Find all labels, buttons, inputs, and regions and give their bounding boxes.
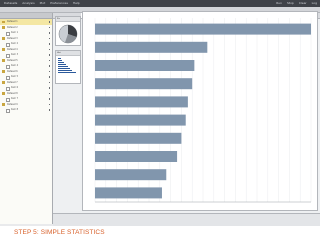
bar[interactable]: [95, 114, 186, 126]
folder-icon: [2, 20, 5, 23]
menu-bar: Datasets Analysis Plot Preferences Help …: [0, 0, 320, 7]
item-status-icon: [48, 59, 50, 61]
bar[interactable]: [95, 96, 188, 108]
item-status-icon: [48, 103, 50, 105]
menu-datasets[interactable]: Datasets: [4, 0, 17, 7]
menu-preferences[interactable]: Preferences: [50, 0, 68, 7]
bar-chart-panel: [82, 11, 318, 211]
status-bar: [53, 213, 320, 226]
bar[interactable]: [95, 41, 208, 53]
item-status-icon: [48, 26, 50, 28]
hist-bar: [58, 70, 72, 71]
step-caption: STEP 5: SIMPLE STATISTICS: [14, 229, 105, 236]
menu-right-group: Run Stop Clear Log: [272, 0, 317, 7]
pie-chart-panel: Pie: [55, 16, 81, 46]
app-window: Datasets Analysis Plot Preferences Help …: [0, 0, 320, 226]
clear-button[interactable]: Clear: [299, 1, 307, 5]
bar[interactable]: [95, 132, 182, 144]
menu-plot[interactable]: Plot: [40, 0, 46, 7]
histogram: [58, 58, 76, 73]
item-status-icon: [48, 32, 50, 34]
sidebar-item-label: item 8: [11, 108, 19, 111]
folder-icon: [2, 103, 5, 106]
menu-analysis[interactable]: Analysis: [22, 0, 34, 7]
hist-bar: [58, 58, 61, 59]
folder-icon: [2, 26, 5, 29]
hist-bar: [58, 60, 62, 61]
stop-button[interactable]: Stop: [287, 1, 294, 5]
hist-bar: [58, 68, 70, 69]
bar-chart: [94, 18, 312, 203]
item-status-icon: [48, 98, 50, 100]
folder-icon: [2, 37, 5, 40]
item-status-icon: [48, 37, 50, 39]
log-button[interactable]: Log: [312, 1, 317, 5]
item-status-icon: [48, 21, 50, 23]
sidebar-tree: Dataset 1 Dataset 2 item 1 Dataset 3 item 2D…: [0, 13, 53, 224]
folder-icon: [2, 70, 5, 73]
menu-help[interactable]: Help: [73, 0, 80, 7]
hist-bar: [58, 72, 76, 73]
run-button[interactable]: Run: [276, 1, 282, 5]
bar[interactable]: [95, 187, 162, 199]
item-status-icon: [48, 81, 50, 83]
histogram-panel: Hist: [55, 50, 81, 84]
item-status-icon: [48, 109, 50, 111]
item-status-icon: [48, 92, 50, 94]
folder-icon: [2, 59, 5, 62]
bar[interactable]: [95, 23, 311, 35]
hist-bar: [58, 66, 68, 67]
folder-icon: [2, 81, 5, 84]
folder-icon: [2, 48, 5, 51]
tree-list: Dataset 1 Dataset 2 item 1 Dataset 3 item 2D…: [0, 19, 52, 113]
hist-bar: [58, 64, 66, 65]
item-status-icon: [48, 65, 50, 67]
item-status-icon: [48, 43, 50, 45]
folder-icon: [2, 92, 5, 95]
bar[interactable]: [95, 78, 193, 90]
bar[interactable]: [95, 151, 178, 162]
pie-chart: [58, 24, 78, 44]
file-icon: [6, 108, 10, 113]
sidebar-tree-item[interactable]: item 8: [0, 107, 52, 113]
item-status-icon: [48, 87, 50, 89]
hist-bar: [58, 62, 64, 63]
item-status-icon: [48, 48, 50, 50]
bar[interactable]: [95, 60, 195, 71]
bar[interactable]: [95, 169, 167, 181]
item-status-icon: [48, 76, 50, 78]
item-status-icon: [48, 54, 50, 56]
item-status-icon: [48, 70, 50, 72]
